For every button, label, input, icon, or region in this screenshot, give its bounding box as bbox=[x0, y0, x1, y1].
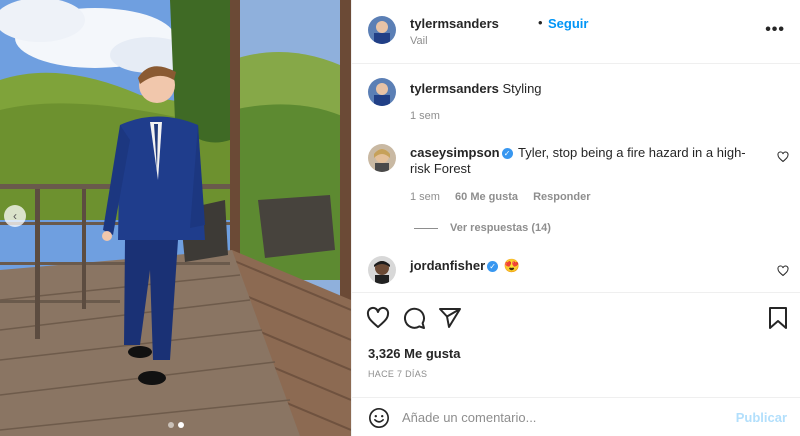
post-detail-panel: tylermsanders • Seguir Vail ••• tylermsa… bbox=[351, 0, 800, 436]
likes-count[interactable]: 3,326 Me gusta bbox=[368, 346, 461, 361]
caption-body: Styling bbox=[502, 81, 542, 96]
caption-avatar[interactable] bbox=[368, 78, 396, 106]
commenter-avatar[interactable] bbox=[368, 256, 396, 284]
post-photo[interactable]: ‹ bbox=[0, 0, 351, 436]
view-replies-button[interactable]: Ver respuestas (14) bbox=[414, 222, 551, 234]
comment-username[interactable]: jordanfisher bbox=[410, 258, 485, 273]
verified-badge-icon: ✓ bbox=[501, 148, 513, 159]
caption-age[interactable]: 1 sem bbox=[410, 110, 440, 122]
author-username[interactable]: tylermsanders bbox=[410, 16, 499, 31]
action-bar bbox=[352, 296, 800, 340]
comment-body: 😍 bbox=[503, 258, 520, 273]
comment-age[interactable]: 1 sem bbox=[410, 191, 440, 203]
comment-text: caseysimpson ✓ Tyler, stop being a fire h… bbox=[410, 145, 760, 177]
publish-button[interactable]: Publicar bbox=[736, 410, 787, 425]
comment-input[interactable] bbox=[402, 405, 722, 429]
commenter-avatar[interactable] bbox=[368, 144, 396, 172]
carousel-indicator bbox=[0, 422, 351, 428]
like-heart-icon[interactable] bbox=[366, 306, 390, 330]
save-bookmark-icon[interactable] bbox=[766, 306, 790, 330]
comment-composer: Publicar bbox=[352, 397, 800, 436]
separator-dot: • bbox=[538, 15, 543, 30]
post-location[interactable]: Vail bbox=[410, 35, 428, 47]
caption-meta: 1 sem bbox=[410, 110, 452, 122]
like-comment-heart-icon[interactable] bbox=[777, 265, 789, 277]
share-paper-plane-icon[interactable] bbox=[438, 306, 462, 330]
caption-text: tylermsanders Styling bbox=[410, 81, 760, 97]
comment-text: jordanfisher ✓ 😍 bbox=[410, 258, 760, 274]
verified-badge-icon: ✓ bbox=[487, 261, 499, 272]
comment-bubble-icon[interactable] bbox=[402, 306, 426, 330]
comment-meta: 1 sem 60 Me gusta Responder bbox=[410, 191, 603, 203]
post-header: tylermsanders • Seguir Vail ••• bbox=[352, 0, 800, 64]
comment-username[interactable]: caseysimpson bbox=[410, 145, 500, 160]
more-options-icon[interactable]: ••• bbox=[765, 22, 785, 38]
follow-button[interactable]: Seguir bbox=[548, 16, 588, 31]
like-comment-heart-icon[interactable] bbox=[777, 151, 789, 163]
previous-photo-button[interactable]: ‹ bbox=[4, 205, 26, 227]
replies-line bbox=[414, 227, 438, 229]
carousel-dot-active bbox=[177, 422, 184, 428]
emoji-smiley-icon[interactable] bbox=[368, 407, 390, 429]
post-date[interactable]: HACE 7 DÍAS bbox=[368, 369, 427, 379]
comments-list[interactable]: tylermsanders Styling 1 sem caseysimpson… bbox=[352, 64, 800, 293]
caption-username[interactable]: tylermsanders bbox=[410, 81, 499, 96]
carousel-dot bbox=[167, 422, 174, 428]
author-avatar[interactable] bbox=[368, 16, 396, 44]
post-image bbox=[0, 0, 351, 436]
reply-button[interactable]: Responder bbox=[533, 191, 590, 203]
view-replies-label: Ver respuestas (14) bbox=[450, 222, 551, 234]
comment-likes[interactable]: 60 Me gusta bbox=[455, 191, 518, 203]
